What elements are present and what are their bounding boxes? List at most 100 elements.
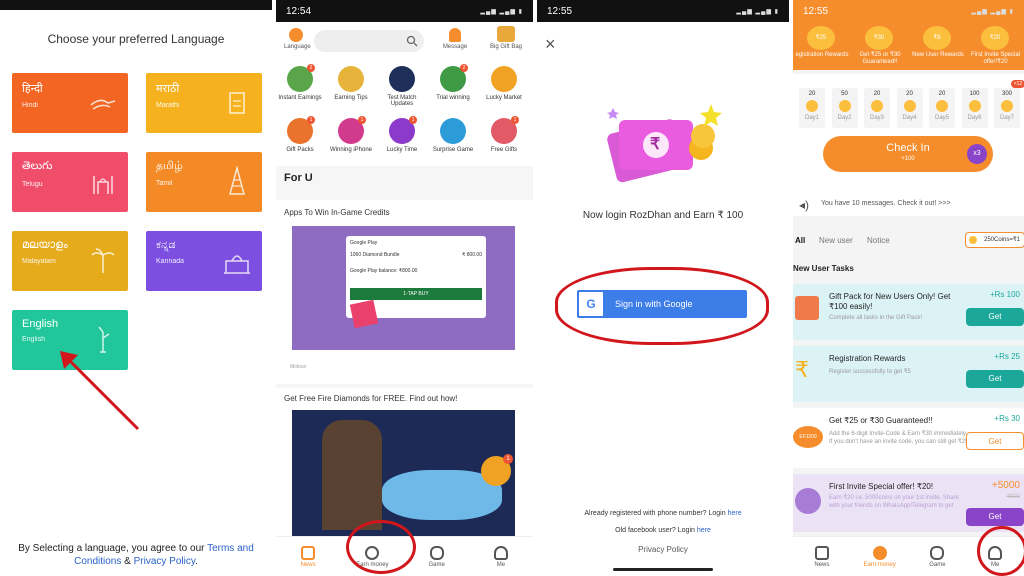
login-screen: 12:55 ▂▄▆ ▂▄▆ ▮ × ₹ Now login RozDhan an…: [537, 0, 789, 576]
big-gift-bag-button[interactable]: Big Gift Bag: [488, 26, 524, 50]
reward-label: New User Rewards: [912, 52, 964, 58]
facebook-login-link[interactable]: here: [697, 527, 711, 534]
fb-text: Old facebook user? Login: [615, 527, 695, 534]
task-card[interactable]: First Invite Special offer! ₹20! Earn ₹2…: [793, 474, 1024, 532]
cat-free-gifts[interactable]: 1 Free Gifts: [480, 116, 528, 153]
gp-price: ₹ 800.00: [462, 252, 482, 258]
red-arrow-annotation: [60, 351, 140, 431]
lang-hindi-tile[interactable]: हिन्दी Hindi: [12, 73, 128, 133]
lang-kannada-tile[interactable]: ಕನ್ನಡ Kannada: [146, 231, 262, 291]
cat-trial-winning[interactable]: 2 Trial winning: [429, 64, 477, 101]
reward-label: First Invite Special offer!₹20: [970, 52, 1021, 65]
charminar-icon: [93, 176, 113, 194]
get-button[interactable]: Get: [966, 308, 1024, 326]
cat-gift-packs[interactable]: 1 Gift Packs: [276, 116, 324, 153]
invite-icon: [795, 488, 821, 514]
facebook-line: Old facebook user? Login here: [537, 527, 789, 534]
red-circle-annotation: [555, 267, 769, 345]
coin-icon: [871, 100, 883, 112]
nav-label: News: [300, 561, 316, 568]
status-bar: [0, 0, 272, 10]
feed-card[interactable]: Apps To Win In-Game Credits Google Play …: [276, 200, 533, 384]
tab-notice[interactable]: Notice: [867, 236, 890, 245]
cat-label: Lucky Time: [386, 147, 418, 153]
cat-test-match[interactable]: Test Match Updates: [378, 66, 426, 107]
free-fire-image: 1: [292, 410, 515, 536]
feed-card[interactable]: Get Free Fire Diamonds for FREE. Find ou…: [276, 388, 533, 536]
reward-label: egistration Rewards: [795, 52, 849, 58]
lang-tamil-tile[interactable]: தமிழ் Tamil: [146, 152, 262, 212]
rupee-icon: ₹: [795, 357, 809, 382]
search-input[interactable]: [314, 30, 424, 52]
bell-icon: [449, 28, 461, 42]
task-title: Gift Pack for New Users Only! Get ₹100 e…: [829, 292, 951, 311]
task-card[interactable]: ₹ Registration Rewards Register successf…: [793, 346, 1024, 402]
hands-icon: [90, 99, 116, 110]
task-card[interactable]: EFJ200 Get ₹25 or ₹30 Guaranteed!! Add t…: [793, 408, 1024, 468]
screenshot-collage: Choose your preferred Language हिन्दी Hi…: [0, 0, 1024, 576]
privacy-link[interactable]: Privacy Policy: [134, 556, 196, 567]
checkin-button[interactable]: Check In +100 x3: [823, 136, 993, 172]
status-icons: ▂▄▆ ▂▄▆ ▮: [480, 8, 523, 15]
checkin-day-label: Day1: [804, 115, 819, 121]
cat-earning-tips[interactable]: Earning Tips: [327, 66, 375, 101]
cat-lucky-market[interactable]: Lucky Market: [480, 66, 528, 101]
get-button[interactable]: Get: [966, 432, 1024, 450]
language-button[interactable]: Language: [284, 28, 311, 50]
lang-telugu-tile[interactable]: తెలుగు Telugu: [12, 152, 128, 212]
gamepad-icon: [930, 545, 945, 560]
rupee-icon: ₹: [650, 136, 661, 153]
tab-all[interactable]: All: [795, 236, 805, 245]
get-button[interactable]: Get: [966, 370, 1024, 388]
nav-me[interactable]: Me: [481, 545, 521, 568]
checkin-day-label: Day7: [999, 115, 1014, 121]
lang-marathi-tile[interactable]: मराठी Marathi: [146, 73, 262, 133]
messages-bar[interactable]: ◂) You have 10 messages. Check it out! >…: [793, 194, 1024, 216]
nav-news[interactable]: News: [802, 545, 842, 568]
cat-lucky-time[interactable]: 1 Lucky Time: [378, 116, 426, 153]
checkin-day: 20 Day5: [929, 88, 955, 128]
task-card[interactable]: Gift Pack for New Users Only! Get ₹100 e…: [793, 284, 1024, 340]
nav-game[interactable]: Game: [417, 545, 457, 568]
wheel-icon: [491, 66, 517, 92]
pinwheel-icon: [440, 118, 466, 144]
clock-icon: 1: [389, 116, 417, 144]
phone-login-link[interactable]: here: [728, 510, 742, 517]
footer-amp: &: [124, 556, 131, 567]
nav-earn-money[interactable]: Earn money: [860, 545, 900, 568]
status-time: 12:54: [286, 5, 312, 17]
character-figure: [322, 420, 382, 530]
nav-news[interactable]: News: [288, 545, 328, 568]
close-icon[interactable]: ×: [545, 34, 556, 55]
big-gift-bag-label: Big Gift Bag: [489, 44, 522, 50]
cat-winning-iphone[interactable]: 1 Winning iPhone: [327, 116, 375, 153]
plant-icon: 2: [287, 64, 315, 92]
cat-surprise-game[interactable]: Surprise Game: [429, 118, 477, 153]
cat-instant-earnings[interactable]: 2 Instant Earnings: [276, 64, 324, 101]
cat-label: Test Match Updates: [387, 95, 417, 107]
news-icon: [301, 545, 316, 560]
monument-icon: [229, 92, 245, 114]
lang-malayalam-tile[interactable]: മലയാളം Malayalam: [12, 231, 128, 291]
tab-new-user[interactable]: New user: [819, 236, 853, 245]
gift-icon: [349, 299, 379, 329]
task-desc: Earn ₹20 i.e. 5000coins on your 1st invi…: [829, 495, 959, 509]
wheel-icon: 1: [481, 454, 513, 486]
bulb-icon: [969, 236, 977, 244]
privacy-policy-link[interactable]: Privacy Policy: [537, 545, 789, 554]
nav-game[interactable]: Game: [917, 545, 957, 568]
message-label: Message: [442, 44, 468, 50]
message-button[interactable]: Message: [440, 28, 470, 50]
nav-label: Me: [496, 561, 506, 568]
nav-label: Game: [929, 561, 946, 568]
checkin-day-label: Day2: [837, 115, 852, 121]
task-reward: +Rs 100: [989, 290, 1020, 299]
red-circle-annotation: [346, 520, 416, 574]
cat-label: Surprise Game: [432, 147, 474, 153]
gp-item: 1060 Diamond Bundle: [350, 252, 400, 258]
checkin-day: 300 Day7: [994, 88, 1020, 128]
news-icon: [814, 545, 829, 560]
get-button[interactable]: Get: [966, 508, 1024, 526]
coin-icon: ₹8: [923, 26, 951, 50]
coin-icon: ₹20: [981, 26, 1009, 50]
